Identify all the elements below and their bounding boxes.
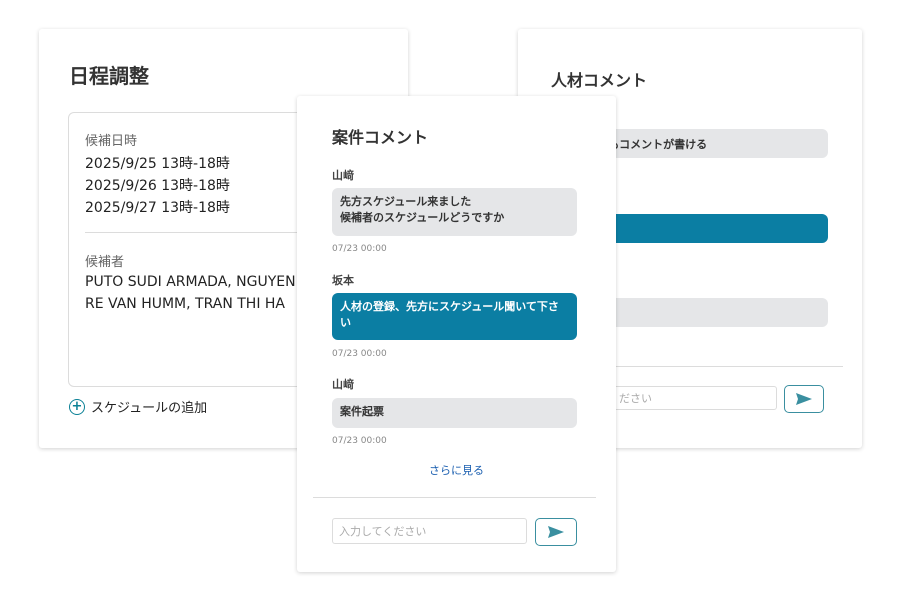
case-comment-card: 案件コメント 山﨑 先方スケジュール来ました 候補者のスケジュールどうですか 0…: [297, 96, 616, 572]
send-icon: [796, 393, 812, 405]
send-icon: [548, 526, 564, 538]
message-text-line: 人材の登録、先方にスケジュール聞いて下さ: [340, 300, 559, 313]
candidates-line-2: RE VAN HUMM, TRAN THI HA: [85, 296, 286, 312]
message-bubble: 先方スケジュール来ました 候補者のスケジュールどうですか: [332, 188, 577, 236]
candidate-date-3: 2025/9/27 13時-18時: [85, 200, 230, 216]
message-text-line: い: [340, 316, 351, 329]
message-timestamp: 07/23 00:00: [332, 244, 387, 254]
add-schedule-button[interactable]: + スケジュールの追加: [69, 397, 207, 416]
schedule-title: 日程調整: [69, 64, 149, 88]
message-timestamp: 07/23 00:00: [332, 349, 387, 359]
message-bubble: 人材の登録、先方にスケジュール聞いて下さ い: [332, 293, 577, 340]
message-text-line: 案件起票: [340, 405, 384, 418]
add-schedule-label: スケジュールの追加: [91, 401, 208, 416]
case-comment-input[interactable]: 入力してください: [332, 518, 527, 544]
see-more-link[interactable]: さらに見る: [297, 462, 616, 478]
candidate-date-1: 2025/9/25 13時-18時: [85, 156, 230, 172]
case-send-button[interactable]: [535, 518, 577, 546]
plus-circle-icon: +: [69, 398, 85, 415]
message-timestamp: 07/23 00:00: [332, 436, 387, 446]
candidate-dates-label: 候補日時: [85, 134, 138, 149]
message-author: 山﨑: [332, 378, 354, 391]
divider: [313, 497, 596, 498]
message-author: 山﨑: [332, 169, 354, 182]
talent-comment-title: 人材コメント: [551, 71, 648, 90]
candidates-label: 候補者: [85, 255, 125, 270]
candidate-date-2: 2025/9/26 13時-18時: [85, 178, 230, 194]
message-bubble: 案件起票: [332, 398, 577, 428]
candidates-line-1: PUTO SUDI ARMADA, NGUYEN T: [85, 274, 309, 290]
talent-send-button[interactable]: [784, 385, 824, 413]
case-comment-title: 案件コメント: [332, 128, 429, 147]
message-text-line: 候補者のスケジュールどうですか: [340, 211, 505, 224]
message-text-line: 先方スケジュール来ました: [340, 195, 472, 208]
message-author: 坂本: [332, 274, 354, 287]
